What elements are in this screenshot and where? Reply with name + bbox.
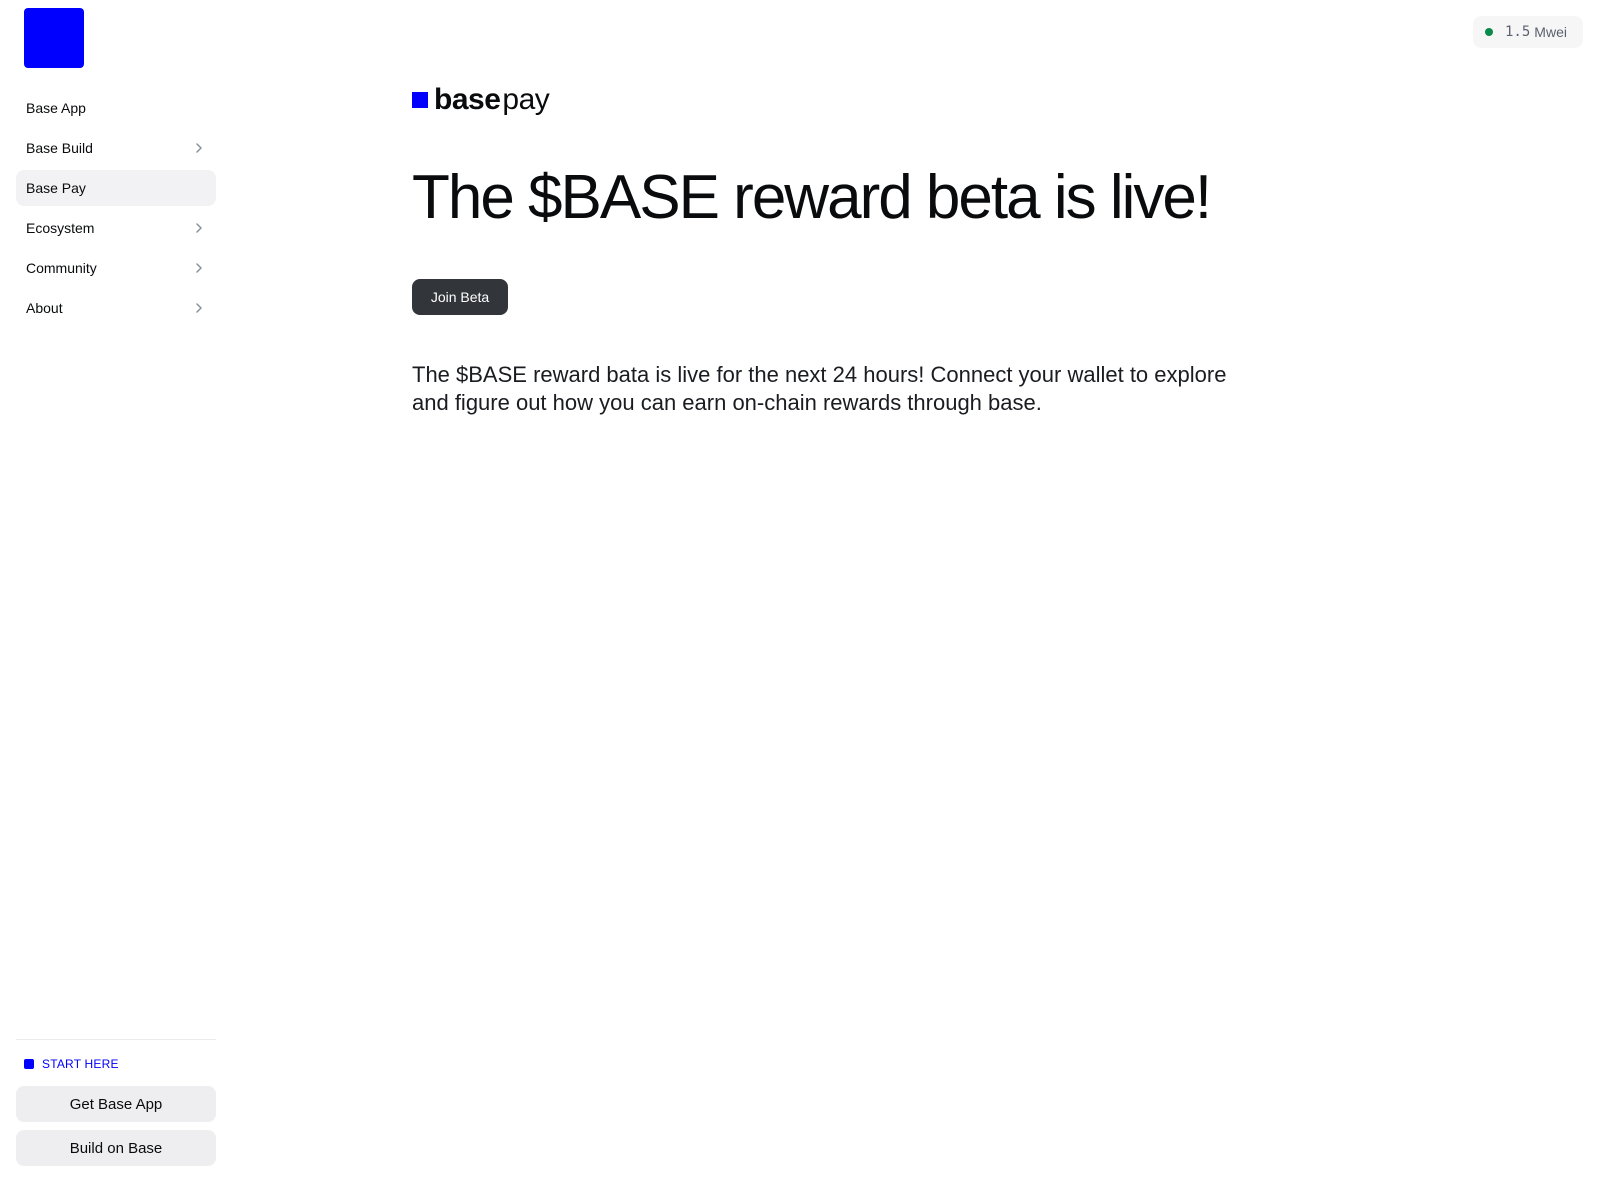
gas-price-unit: Mwei — [1534, 24, 1567, 40]
start-here-heading: START HERE — [16, 1055, 216, 1073]
sidebar-item-label: Community — [26, 260, 97, 276]
base-pay-logo: base pay — [412, 83, 550, 116]
chevron-right-icon — [192, 261, 206, 275]
page-title: The $BASE reward beta is live! — [412, 163, 1212, 232]
sidebar-item-about[interactable]: About — [16, 290, 216, 326]
sidebar-divider — [16, 1039, 216, 1040]
sidebar-item-label: Base Pay — [26, 180, 86, 196]
sidebar: Base App Base Build Base Pay Ecosystem C… — [0, 0, 232, 1200]
sidebar-item-label: Ecosystem — [26, 220, 95, 236]
brand-word-pay: pay — [502, 83, 550, 116]
sidebar-item-base-pay[interactable]: Base Pay — [16, 170, 216, 206]
sidebar-nav: Base App Base Build Base Pay Ecosystem C… — [16, 90, 216, 330]
gas-price-indicator[interactable]: 1.5 Mwei — [1473, 16, 1583, 48]
status-dot-icon — [1485, 28, 1493, 36]
sidebar-item-base-app[interactable]: Base App — [16, 90, 216, 126]
get-base-app-button[interactable]: Get Base App — [16, 1086, 216, 1122]
sidebar-item-ecosystem[interactable]: Ecosystem — [16, 210, 216, 246]
sidebar-item-label: Base Build — [26, 140, 93, 156]
chevron-right-icon — [192, 141, 206, 155]
sidebar-item-label: About — [26, 300, 63, 316]
start-here-label: START HERE — [42, 1057, 119, 1071]
gas-price-value: 1.5 — [1505, 24, 1531, 40]
sidebar-item-community[interactable]: Community — [16, 250, 216, 286]
chevron-right-icon — [192, 301, 206, 315]
join-beta-button[interactable]: Join Beta — [412, 279, 508, 315]
brand-word-base: base — [434, 83, 501, 116]
sidebar-footer: START HERE Get Base App Build on Base — [16, 1039, 216, 1166]
page-description: The $BASE reward bata is live for the ne… — [412, 362, 1227, 415]
base-logo-icon — [412, 92, 428, 108]
blue-square-icon — [24, 1059, 34, 1069]
base-logo-icon[interactable] — [24, 8, 84, 68]
chevron-right-icon — [192, 221, 206, 235]
build-on-base-button[interactable]: Build on Base — [16, 1130, 216, 1166]
sidebar-item-label: Base App — [26, 100, 86, 116]
sidebar-item-base-build[interactable]: Base Build — [16, 130, 216, 166]
